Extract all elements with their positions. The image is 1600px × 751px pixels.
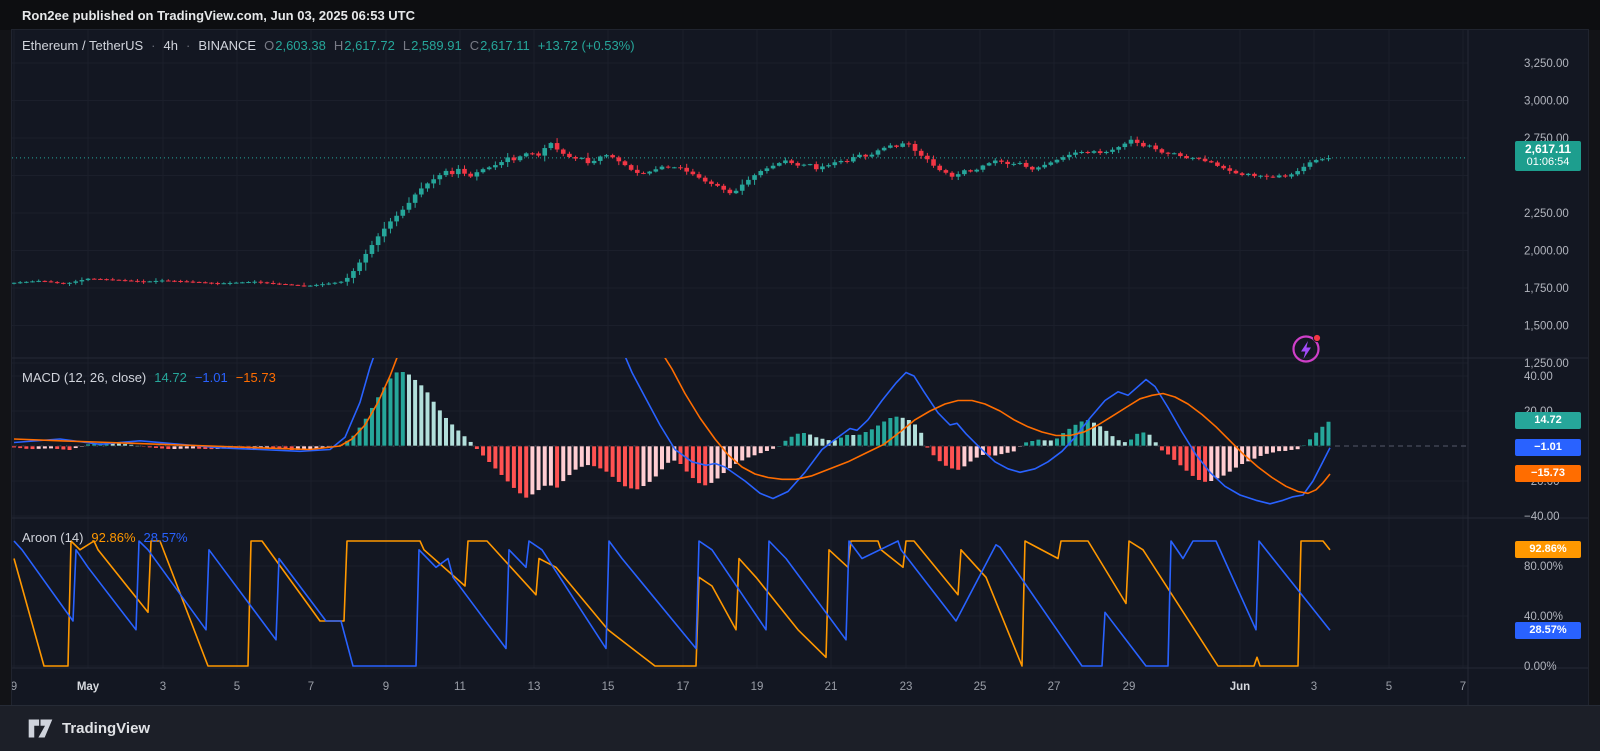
time-tick-label: 21	[825, 681, 838, 693]
time-tick-label: 11	[454, 681, 466, 693]
footer-bar: TradingView	[0, 705, 1600, 751]
time-tick-label: 7	[308, 681, 314, 693]
macd-histogram-badge: 14.72	[1515, 411, 1581, 429]
macd-value-signal: −15.73	[235, 370, 276, 385]
time-tick-label: 29	[1123, 681, 1136, 693]
last-price-badge: 2,617.11 01:06:54	[1515, 140, 1581, 171]
time-tick-label: 13	[528, 681, 541, 693]
legend-separator: ·	[151, 38, 156, 53]
aroon-down-badge: 28.57%	[1515, 621, 1581, 639]
tradingview-logo[interactable]	[28, 718, 53, 739]
time-tick-label: May	[77, 681, 100, 693]
aroon-legend: Aroon (14) 92.86% 28.57%	[22, 530, 188, 545]
macd-title[interactable]: MACD (12, 26, close)	[22, 370, 146, 385]
grid-lines	[12, 30, 1468, 668]
macd-value-line: −1.01	[194, 370, 228, 385]
symbol-exchange[interactable]: BINANCE	[198, 38, 256, 53]
time-tick-label: 25	[974, 681, 987, 693]
time-axis[interactable]: 9 May 3 5 7 9 11 13 15 17 19 21 23 25 27 29 Jun 3 5 7	[11, 681, 1466, 693]
aroon-title[interactable]: Aroon (14)	[22, 530, 83, 545]
time-tick-label: 9	[12, 681, 17, 693]
macd-signal-badge: −15.73	[1515, 465, 1581, 483]
chart-frame: 3,250.00 3,000.00 2,750.00 2,250.00 2,000.00…	[11, 30, 1588, 705]
time-tick-label: 15	[602, 681, 615, 693]
ohlc-low: L2,589.91	[402, 38, 462, 53]
time-tick-label: 27	[1048, 681, 1061, 693]
footer-brand[interactable]: TradingView	[62, 720, 150, 737]
price-change: +13.72 (+0.53%)	[537, 38, 635, 53]
publish-header: Ron2ee published on TradingView.com, Jun…	[0, 0, 1600, 30]
ohlc-close: C2,617.11	[469, 38, 530, 53]
macd-line-badge: −1.01	[1515, 439, 1581, 457]
time-tick-label: 5	[1386, 681, 1392, 693]
aroon-value-up: 92.86%	[91, 530, 136, 545]
aroon-value-down: 28.57%	[143, 530, 188, 545]
time-tick-label: 17	[677, 681, 690, 693]
symbol-legend: Ethereum / TetherUS · 4h · BINANCE O2,60…	[22, 38, 635, 53]
time-tick-label: 19	[751, 681, 764, 693]
time-tick-label: 5	[234, 681, 240, 693]
aroon-down-line	[13, 540, 1331, 667]
symbol-title[interactable]: Ethereum / TetherUS	[22, 38, 143, 53]
time-tick-label: 7	[1460, 681, 1466, 693]
time-tick-label: 3	[1311, 681, 1317, 693]
ohlc-open: O2,603.38	[264, 38, 326, 53]
symbol-interval[interactable]: 4h	[164, 38, 178, 53]
time-tick-label: 23	[900, 681, 913, 693]
lightning-boost-icon[interactable]	[1290, 331, 1324, 365]
publish-header-text: Ron2ee published on TradingView.com, Jun…	[22, 7, 416, 23]
tradingview-snapshot: Ron2ee published on TradingView.com, Jun…	[0, 0, 1600, 751]
price-axis-column[interactable]	[1468, 30, 1588, 705]
time-tick-label: 9	[383, 681, 389, 693]
ohlc-high: H2,617.72	[333, 38, 395, 53]
candlestick-series	[12, 135, 1331, 288]
macd-value-hist: 14.72	[154, 370, 187, 385]
legend-separator: ·	[185, 38, 191, 53]
macd-legend: MACD (12, 26, close) 14.72 −1.01 −15.73	[22, 370, 276, 385]
time-tick-label: Jun	[1230, 681, 1250, 693]
chart-canvas[interactable]: 3,250.003,000.002,750.002,250.002,000.00…	[11, 30, 1588, 705]
time-tick-label: 3	[160, 681, 166, 693]
aroon-up-badge: 92.86%	[1515, 541, 1581, 559]
